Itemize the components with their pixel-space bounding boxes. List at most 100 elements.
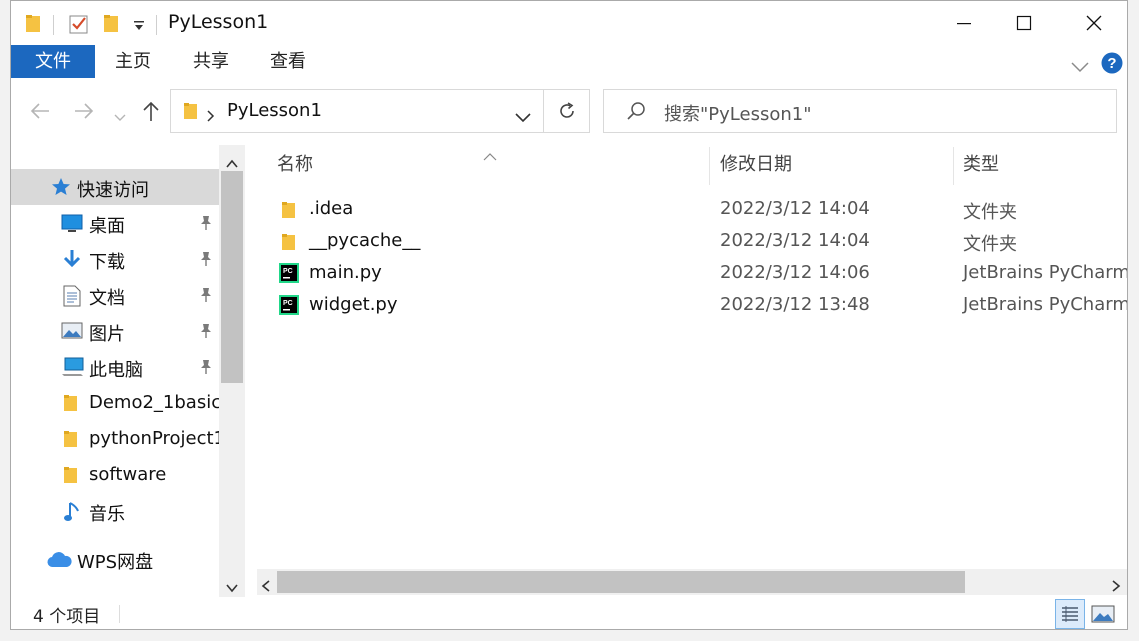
- recent-locations-icon[interactable]: [114, 107, 126, 128]
- close-button[interactable]: [1059, 1, 1127, 45]
- sidebar-item-wps-cloud[interactable]: WPS网盘: [11, 541, 219, 577]
- help-icon[interactable]: ?: [1101, 52, 1123, 79]
- file-list: 名称 修改日期 类型 .idea 2022/3/12 14:04 文件夹 __p…: [247, 145, 1128, 597]
- minimize-icon: [957, 23, 971, 25]
- file-type: 文件夹: [963, 234, 1017, 255]
- column-header-date[interactable]: 修改日期: [720, 145, 792, 185]
- chevron-right-icon[interactable]: [207, 106, 215, 127]
- background-right: [1128, 0, 1139, 641]
- large-icons-view-button[interactable]: [1091, 603, 1115, 629]
- folder-icon: [63, 465, 79, 490]
- scrollbar-thumb[interactable]: [221, 171, 243, 383]
- sidebar-item-label: 下载: [89, 252, 125, 273]
- pycharm-icon: PC: [279, 263, 299, 288]
- table-row[interactable]: __pycache__ 2022/3/12 14:04 文件夹: [247, 226, 1127, 258]
- nav-scrollbar[interactable]: [219, 145, 245, 597]
- navigation-bar: PyLesson1 搜索"PyLesson1": [11, 83, 1127, 145]
- file-date: 2022/3/12 13:48: [720, 294, 870, 315]
- table-row[interactable]: .idea 2022/3/12 14:04 文件夹: [247, 194, 1127, 226]
- address-path[interactable]: PyLesson1: [227, 100, 322, 121]
- scroll-down-icon[interactable]: [226, 577, 238, 598]
- navigation-pane: 快速访问 桌面 下载 文档 图片 此电脑 Demo2_1basic python…: [11, 145, 225, 597]
- sidebar-item-desktop[interactable]: 桌面: [11, 205, 219, 241]
- folder-icon: [63, 393, 79, 418]
- tab-home[interactable]: 主页: [101, 45, 165, 78]
- picture-icon: [61, 321, 83, 346]
- address-bar[interactable]: PyLesson1: [170, 89, 544, 133]
- sidebar-item-music[interactable]: 音乐: [11, 493, 219, 529]
- scroll-left-icon[interactable]: [261, 576, 271, 597]
- scrollbar-thumb[interactable]: [277, 571, 965, 593]
- pin-icon[interactable]: [199, 251, 213, 272]
- sidebar-item-label: 图片: [89, 324, 125, 345]
- content-scrollbar[interactable]: [257, 569, 1127, 595]
- sidebar-item-label: WPS网盘: [77, 552, 154, 573]
- maximize-button[interactable]: [989, 1, 1059, 45]
- expand-ribbon-icon[interactable]: [1071, 57, 1089, 78]
- sort-ascending-icon: [483, 145, 497, 166]
- tab-view[interactable]: 查看: [256, 45, 320, 78]
- refresh-button[interactable]: [544, 89, 590, 133]
- pin-icon[interactable]: [199, 215, 213, 236]
- svg-text:?: ?: [1107, 55, 1116, 72]
- sidebar-item-label: Demo2_1basic: [89, 392, 222, 413]
- tab-share[interactable]: 共享: [179, 45, 243, 78]
- download-icon: [62, 249, 82, 274]
- table-row[interactable]: PC main.py 2022/3/12 14:06 JetBrains PyC…: [247, 258, 1128, 290]
- background-left: [0, 0, 10, 641]
- details-view-icon: [1062, 606, 1078, 622]
- ribbon: 文件 主页 共享 查看 ?: [11, 45, 1127, 84]
- folder-icon: [183, 101, 199, 126]
- sidebar-item-software[interactable]: software: [11, 457, 219, 493]
- folder-icon: [25, 13, 43, 38]
- pin-icon[interactable]: [199, 323, 213, 344]
- column-divider[interactable]: [953, 147, 954, 185]
- svg-text:PC: PC: [283, 268, 293, 275]
- table-row[interactable]: PC widget.py 2022/3/12 13:48 JetBrains P…: [247, 290, 1127, 322]
- file-date: 2022/3/12 14:04: [720, 230, 870, 251]
- divider: [119, 605, 120, 623]
- title-bar: PyLesson1: [11, 1, 1127, 45]
- file-name: main.py: [309, 262, 382, 283]
- up-icon[interactable]: [141, 100, 161, 127]
- sidebar-item-label: 此电脑: [89, 360, 143, 381]
- maximize-icon: [1016, 15, 1032, 31]
- sidebar-item-label: pythonProject1: [89, 428, 226, 449]
- pin-icon[interactable]: [199, 359, 213, 380]
- file-name: __pycache__: [309, 230, 421, 251]
- background-bottom: [0, 630, 1139, 641]
- column-divider[interactable]: [709, 147, 710, 185]
- back-icon[interactable]: [29, 101, 51, 126]
- pin-icon[interactable]: [199, 287, 213, 308]
- search-icon: [626, 101, 646, 126]
- details-view-button[interactable]: [1055, 599, 1085, 629]
- search-placeholder: 搜索"PyLesson1": [664, 104, 812, 125]
- address-history-icon[interactable]: [515, 107, 531, 128]
- sidebar-item-quick-access[interactable]: 快速访问: [11, 169, 219, 205]
- file-type: 文件夹: [963, 202, 1017, 223]
- forward-icon[interactable]: [73, 101, 95, 126]
- file-type: JetBrains PyCharm ...: [963, 262, 1128, 283]
- file-date: 2022/3/12 14:06: [720, 262, 870, 283]
- customize-toolbar-icon[interactable]: [133, 17, 145, 38]
- sidebar-item-pythonproject1[interactable]: pythonProject1: [11, 421, 225, 457]
- music-icon: [63, 501, 81, 528]
- star-icon: [51, 177, 71, 202]
- desktop-icon: [61, 213, 83, 238]
- file-date: 2022/3/12 14:04: [720, 198, 870, 219]
- computer-icon: [61, 357, 85, 382]
- sidebar-item-pictures[interactable]: 图片: [11, 313, 219, 349]
- search-input[interactable]: 搜索"PyLesson1": [603, 89, 1117, 133]
- sidebar-item-demo2-1basic[interactable]: Demo2_1basic: [11, 385, 222, 421]
- sidebar-item-this-pc[interactable]: 此电脑: [11, 349, 219, 385]
- sidebar-item-label: software: [89, 464, 167, 485]
- new-folder-icon[interactable]: [103, 13, 121, 38]
- sidebar-item-downloads[interactable]: 下载: [11, 241, 219, 277]
- sidebar-item-documents[interactable]: 文档: [11, 277, 219, 313]
- column-header-type[interactable]: 类型: [963, 145, 999, 185]
- properties-icon[interactable]: [69, 13, 89, 40]
- column-header-name[interactable]: 名称: [277, 145, 313, 185]
- scroll-right-icon[interactable]: [1111, 576, 1121, 597]
- tab-file[interactable]: 文件: [11, 45, 95, 78]
- folder-icon: [281, 200, 297, 225]
